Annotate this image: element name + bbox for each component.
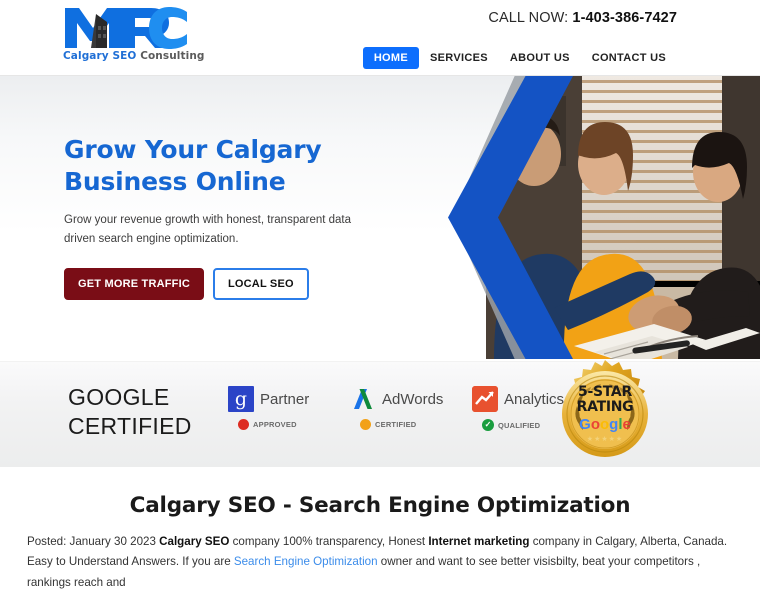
badge-adwords-status: CERTIFIED [375, 420, 417, 429]
article-bold-internet-marketing: Internet marketing [428, 535, 530, 548]
hero-image [430, 76, 760, 359]
local-seo-button[interactable]: LOCAL SEO [212, 268, 309, 301]
nav-item-services[interactable]: SERVICES [419, 47, 499, 69]
hero-section: Grow Your Calgary Business Online Grow y… [0, 76, 760, 361]
site-header: Calgary SEO Consulting CALL NOW: 1-403-3… [0, 0, 760, 76]
get-more-traffic-button[interactable]: GET MORE TRAFFIC [64, 268, 204, 301]
five-star-rating-seal: 5-STAR RATING Google ★★★★★ [549, 358, 661, 470]
badge-partner-status: APPROVED [253, 420, 297, 429]
google-analytics-icon [472, 386, 498, 412]
phone-number[interactable]: 1-403-386-7427 [572, 10, 677, 26]
seal-stars-icon: ★★★★★ [586, 436, 624, 444]
approved-dot-icon [238, 419, 249, 430]
logo-tagline: Calgary SEO Consulting [63, 50, 205, 62]
certifications-band: GOOGLE CERTIFIED g Partner APPROVED AdWo… [0, 358, 760, 470]
nav-item-about-us[interactable]: ABOUT US [499, 47, 581, 69]
badge-analytics-status: QUALIFIED [498, 420, 541, 430]
article-posted-date: Posted: January 30 2023 [27, 535, 160, 548]
hero-heading: Grow Your Calgary Business Online [64, 135, 322, 196]
main-navigation: HOME SERVICES ABOUT US CONTACT US [362, 47, 677, 69]
google-g-icon: g [228, 386, 254, 412]
google-wordmark-icon: Google [579, 416, 631, 434]
badge-google-partner: g Partner APPROVED [228, 384, 326, 431]
nav-item-home[interactable]: HOME [362, 47, 420, 69]
seal-line-2: RATING [576, 398, 634, 415]
seal-line-1: 5-STAR [578, 383, 632, 400]
qualified-check-icon: ✓ [482, 419, 494, 431]
article-section: Calgary SEO - Search Engine Optimization… [0, 467, 760, 593]
article-bold-calgary-seo: Calgary SEO [159, 535, 230, 548]
article-body: Posted: January 30 2023 Calgary SEO comp… [27, 532, 733, 593]
page-root: Calgary SEO Consulting CALL NOW: 1-403-3… [0, 0, 760, 600]
certified-dot-icon [360, 419, 371, 430]
hero-text-block: Grow Your Calgary Business Online Grow y… [64, 134, 384, 301]
site-logo[interactable]: Calgary SEO Consulting [63, 4, 205, 70]
badge-adwords-label: AdWords [382, 390, 444, 408]
google-certified-line1: GOOGLE [68, 384, 170, 410]
badge-google-adwords: AdWords CERTIFIED [350, 384, 448, 431]
article-link-seo[interactable]: Search Engine Optimization [234, 555, 378, 568]
article-title: Calgary SEO - Search Engine Optimization [129, 493, 631, 518]
google-adwords-icon [350, 386, 376, 412]
certification-badges: g Partner APPROVED AdWords CERTIFIED Ana… [228, 384, 570, 431]
call-now-text: CALL NOW: 1-403-386-7427 [488, 10, 677, 26]
nav-item-contact-us[interactable]: CONTACT US [581, 47, 677, 69]
badge-partner-label: Partner [260, 390, 310, 408]
google-certified-title: GOOGLE CERTIFIED [68, 383, 192, 440]
mrc-logo-icon [63, 4, 189, 50]
hero-button-group: GET MORE TRAFFIC LOCAL SEO [64, 268, 384, 301]
hero-paragraph: Grow your revenue growth with honest, tr… [64, 213, 352, 246]
google-certified-line2: CERTIFIED [68, 412, 192, 439]
article-text-1: company 100% transparency, Honest [229, 535, 429, 548]
